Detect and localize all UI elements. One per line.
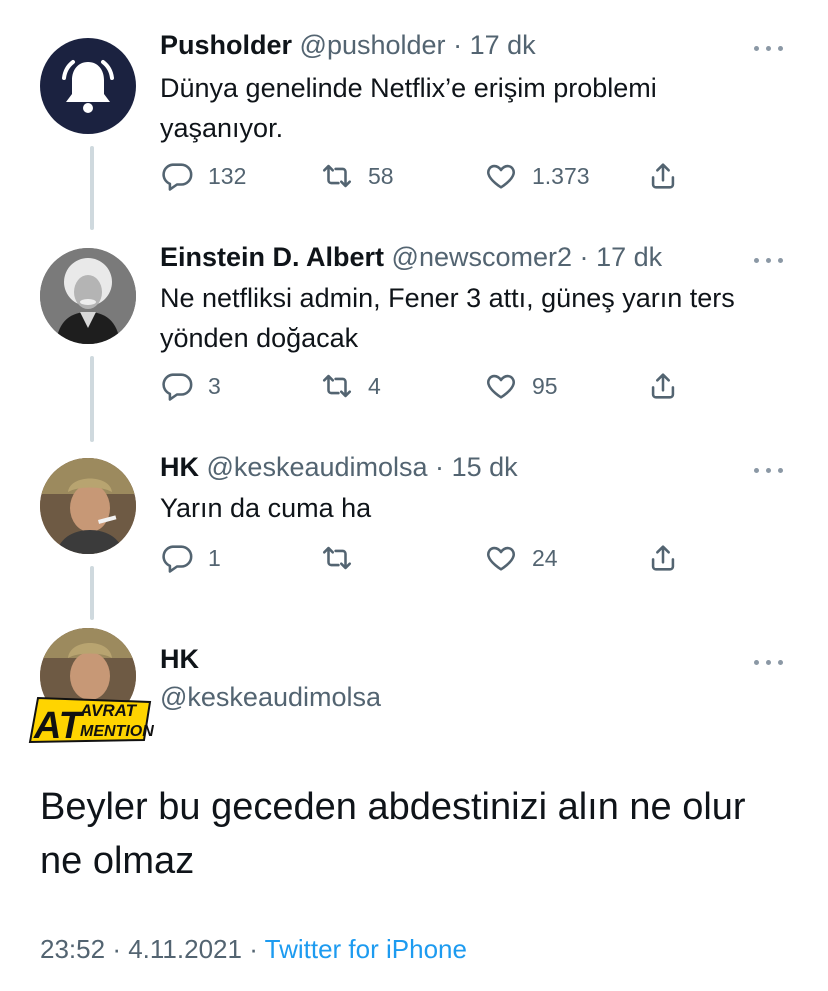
- separator: ·: [579, 242, 589, 272]
- tweet-footer: 23:52 · 4.11.2021 · Twitter for iPhone: [40, 934, 467, 965]
- retweet-button[interactable]: 58: [320, 156, 394, 196]
- watermark-logo: AT AVRAT MENTION: [26, 692, 156, 747]
- retweet-button[interactable]: [320, 538, 368, 578]
- watermark-bottom-text: MENTION: [80, 723, 154, 740]
- tweet-actions: 132 58 1.373: [160, 156, 700, 196]
- more-options-icon[interactable]: [752, 250, 786, 270]
- thread-line: [90, 146, 94, 230]
- retweet-icon: [322, 546, 352, 570]
- thread-line: [90, 356, 94, 442]
- tweet-header: Einstein D. Albert @newscomer2 · 17 dk: [160, 242, 662, 273]
- handle[interactable]: @pusholder: [300, 30, 446, 60]
- reply-icon: [162, 545, 193, 573]
- retweet-icon: [322, 374, 352, 398]
- heart-icon: [487, 164, 515, 189]
- avatar[interactable]: [40, 458, 136, 554]
- like-count: 1.373: [532, 162, 590, 189]
- display-name[interactable]: HK: [160, 452, 199, 482]
- share-button[interactable]: [646, 156, 680, 196]
- avatar[interactable]: [40, 38, 136, 134]
- separator: ·: [435, 452, 445, 482]
- separator: ·: [249, 934, 258, 964]
- reply-count: 1: [208, 544, 221, 571]
- handle[interactable]: @keskeaudimolsa: [160, 682, 381, 712]
- bell-icon: [62, 60, 114, 113]
- retweet-icon: [322, 164, 352, 188]
- display-name[interactable]: HK: [160, 644, 199, 674]
- share-button[interactable]: [646, 366, 680, 406]
- tweet-header: Pusholder @pusholder · 17 dk: [160, 30, 536, 61]
- tweet-time[interactable]: 23:52: [40, 934, 105, 964]
- reply-icon: [162, 163, 193, 191]
- separator: ·: [453, 30, 463, 60]
- display-name[interactable]: Einstein D. Albert: [160, 242, 384, 272]
- share-icon: [651, 545, 675, 571]
- retweet-count: 4: [368, 372, 381, 399]
- reply-icon: [162, 373, 193, 401]
- tweet-date[interactable]: 4.11.2021: [128, 934, 242, 964]
- main-tweet-name: HK: [160, 644, 199, 675]
- heart-icon: [487, 374, 515, 399]
- tweet-source-link[interactable]: Twitter for iPhone: [265, 934, 467, 964]
- reply-count: 132: [208, 162, 247, 189]
- watermark-big-text: AT: [33, 705, 85, 746]
- watermark-top-text: AVRAT: [79, 701, 138, 720]
- handle[interactable]: @keskeaudimolsa: [207, 452, 428, 482]
- more-options-icon[interactable]: [752, 652, 786, 672]
- person-photo-icon: [40, 458, 136, 554]
- share-button[interactable]: [646, 538, 680, 578]
- handle[interactable]: @newscomer2: [392, 242, 572, 272]
- separator: ·: [112, 934, 121, 964]
- more-options-icon[interactable]: [752, 38, 786, 58]
- like-button[interactable]: 24: [484, 538, 558, 578]
- reply-button[interactable]: 3: [160, 366, 221, 406]
- main-tweet-handle: @keskeaudimolsa: [160, 682, 381, 713]
- heart-icon: [487, 546, 515, 571]
- timestamp[interactable]: 17 dk: [470, 30, 536, 60]
- avatar[interactable]: [40, 248, 136, 344]
- tweet-actions: 3 4 95: [160, 366, 700, 406]
- tweet-text: Ne netfliksi admin, Fener 3 attı, güneş …: [160, 283, 735, 353]
- person-photo-icon: [40, 248, 136, 344]
- like-button[interactable]: 95: [484, 366, 558, 406]
- more-options-icon[interactable]: [752, 460, 786, 480]
- display-name[interactable]: Pusholder: [160, 30, 292, 60]
- retweet-button[interactable]: 4: [320, 366, 381, 406]
- like-count: 24: [532, 544, 558, 571]
- share-icon: [651, 163, 675, 189]
- retweet-count: 58: [368, 162, 394, 189]
- like-count: 95: [532, 372, 558, 399]
- thread-line: [90, 566, 94, 620]
- reply-button[interactable]: 132: [160, 156, 246, 196]
- reply-count: 3: [208, 372, 221, 399]
- main-tweet-text: Beyler bu geceden abdestinizi alın ne ol…: [40, 786, 746, 882]
- timestamp[interactable]: 17 dk: [596, 242, 662, 272]
- share-icon: [651, 373, 675, 399]
- tweet-text: Yarın da cuma ha: [160, 493, 372, 523]
- reply-button[interactable]: 1: [160, 538, 221, 578]
- tweet-actions: 1 24: [160, 538, 700, 578]
- tweet-text: Dünya genelinde Netflix’e erişim problem…: [160, 73, 657, 143]
- tweet-header: HK @keskeaudimolsa · 15 dk: [160, 452, 518, 483]
- like-button[interactable]: 1.373: [484, 156, 590, 196]
- timestamp[interactable]: 15 dk: [452, 452, 518, 482]
